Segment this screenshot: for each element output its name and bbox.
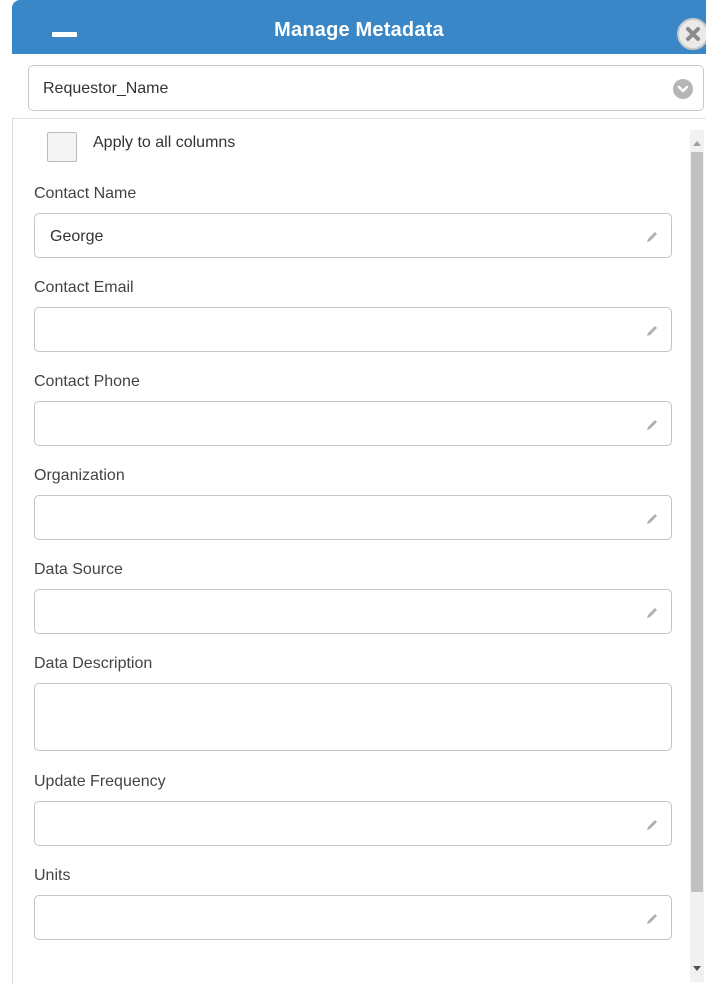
pencil-icon[interactable] — [645, 606, 659, 620]
chevron-down-icon[interactable] — [673, 79, 693, 99]
contact-email-label: Contact Email — [34, 279, 134, 296]
close-x-glyph — [686, 27, 700, 41]
column-select[interactable]: Requestor_Name — [28, 65, 704, 111]
pencil-icon[interactable] — [645, 512, 659, 526]
data-source-label: Data Source — [34, 561, 123, 578]
contact-email-input[interactable] — [34, 307, 672, 352]
scroll-up-arrow-icon[interactable] — [690, 134, 704, 152]
contact-phone-input[interactable] — [34, 401, 672, 446]
pencil-icon[interactable] — [645, 418, 659, 432]
pencil-icon[interactable] — [645, 912, 659, 926]
apply-all-label: Apply to all columns — [93, 134, 236, 151]
scrollbar-thumb[interactable] — [691, 152, 703, 892]
data-source-input[interactable] — [34, 589, 672, 634]
contact-name-value: George — [50, 228, 104, 245]
apply-all-checkbox[interactable] — [47, 132, 77, 162]
data-description-textarea[interactable] — [34, 683, 672, 751]
panel-left-border — [12, 118, 13, 984]
close-icon[interactable] — [677, 18, 706, 50]
units-label: Units — [34, 867, 71, 884]
organization-input[interactable] — [34, 495, 672, 540]
dialog-title: Manage Metadata — [274, 19, 444, 41]
dialog-header: Manage Metadata — [12, 0, 706, 54]
panel-divider — [12, 118, 706, 119]
units-input[interactable] — [34, 895, 672, 940]
data-description-label: Data Description — [34, 655, 153, 672]
contact-name-input[interactable]: George — [34, 213, 672, 258]
contact-name-label: Contact Name — [34, 185, 137, 202]
pencil-icon[interactable] — [645, 818, 659, 832]
pencil-icon[interactable] — [645, 324, 659, 338]
update-frequency-label: Update Frequency — [34, 773, 166, 790]
contact-phone-label: Contact Phone — [34, 373, 140, 390]
update-frequency-input[interactable] — [34, 801, 672, 846]
column-select-value: Requestor_Name — [43, 80, 169, 97]
scroll-down-arrow-icon[interactable] — [690, 960, 704, 978]
pencil-icon[interactable] — [645, 230, 659, 244]
organization-label: Organization — [34, 467, 125, 484]
